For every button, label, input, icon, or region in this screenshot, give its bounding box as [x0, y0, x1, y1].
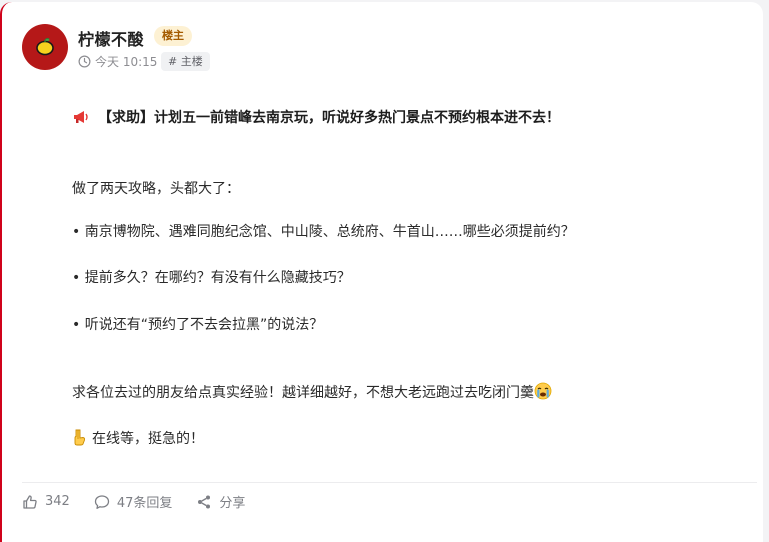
pointing-down-icon: [74, 429, 86, 446]
megaphone-icon: [74, 111, 88, 123]
thumbs-up-icon: [23, 494, 37, 509]
share-icon: [198, 495, 211, 508]
post-intro: 做了两天攻略，头都大了：: [72, 181, 240, 197]
author-name[interactable]: 柠檬不酸: [78, 26, 144, 50]
lemon-icon: [36, 38, 54, 56]
post-plea: 求各位去过的朋友给点真实经验！越详细越好，不想大老远跑过去吃闭门羹: [72, 385, 534, 401]
post-waiting: 在线等，挺急的！: [92, 431, 204, 447]
post-title: 【求助】计划五一前错峰去南京玩，听说好多热门景点不预约根本进不去！: [98, 110, 560, 126]
post-actions: 342 47条回复 分享: [22, 492, 269, 511]
floor-tag: # 主楼: [161, 52, 210, 71]
reply-count: 47条回复: [116, 496, 173, 511]
post-time-text: 今天 10:15: [95, 55, 158, 69]
bullet-item: • 南京博物院、遇难同胞纪念馆、中山陵、总统府、牛首山……哪些必须提前约？: [72, 224, 575, 240]
post-card: 柠檬不酸 楼主 今天 10:15 # 主楼 【求助】计划五一前错峰去南京玩，听说…: [0, 2, 763, 542]
post-time: 今天 10:15: [78, 53, 157, 70]
like-button[interactable]: 342: [22, 494, 70, 510]
crying-face-icon: [534, 382, 552, 400]
post-plea-line: 求各位去过的朋友给点真实经验！越详细越好，不想大老远跑过去吃闭门羹: [72, 382, 552, 403]
bullet-item: • 提前多久？在哪约？有没有什么隐藏技巧？: [72, 270, 351, 286]
comment-icon: [94, 494, 109, 509]
post-title-line: 【求助】计划五一前错峰去南京玩，听说好多热门景点不预约根本进不去！: [72, 108, 560, 128]
share-label: 分享: [219, 496, 246, 511]
bullet-item: • 听说还有“预约了不去会拉黑”的说法？: [72, 317, 324, 333]
reply-button[interactable]: 47条回复: [94, 492, 173, 511]
clock-icon: [78, 55, 91, 68]
divider: [22, 482, 757, 483]
op-badge: 楼主: [154, 26, 192, 46]
post-waiting-line: 在线等，挺急的！: [72, 429, 204, 449]
share-button[interactable]: 分享: [196, 492, 245, 511]
like-count: 342: [45, 494, 70, 509]
avatar[interactable]: [22, 24, 68, 70]
